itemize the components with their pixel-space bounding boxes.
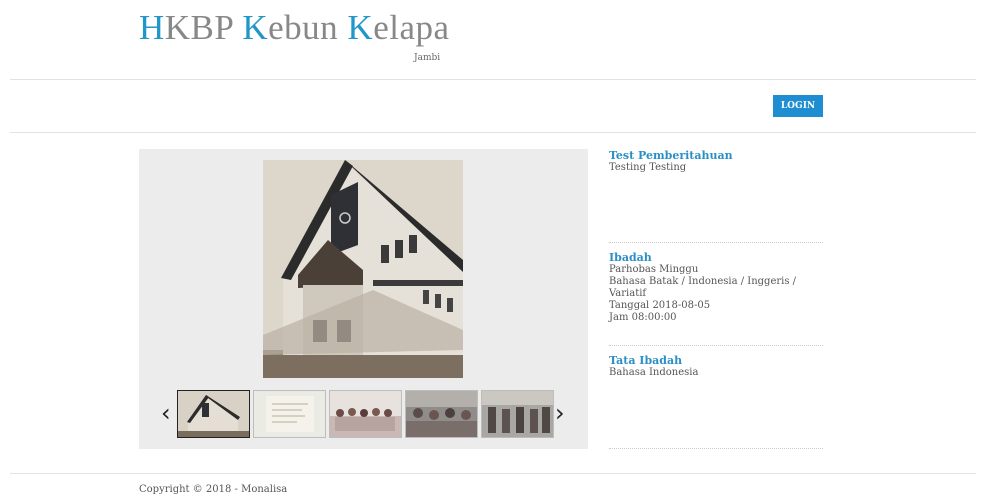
main-photo-church [263,160,463,378]
church-photo [263,160,463,378]
thumbnail-meeting-photo[interactable] [481,390,554,438]
announcement-line: Parhobas Minggu [609,264,699,275]
thumbnail-group-photo[interactable] [329,390,402,438]
site-title-letter: K [242,8,269,47]
site-title-letter: K [347,8,374,47]
site-title: HKBP Kebun Kelapa [139,8,450,48]
announcement-line: Jam 08:00:00 [609,312,677,323]
login-button[interactable]: LOGIN [773,95,823,117]
announcement-line: Testing Testing [609,162,687,173]
dotted-divider [609,345,823,346]
announcement-line: Bahasa Indonesia [609,367,699,378]
announcement-line: Bahasa Batak / Indonesia / Inggeris / Va… [609,276,797,299]
chevron-right-icon[interactable]: › [555,401,565,425]
site-title-part: elapa [373,8,450,47]
announcement-item: Tata Ibadah Bahasa Indonesia [609,354,823,379]
announcement-title[interactable]: Ibadah [609,251,823,264]
thumbnail-crowd-photo[interactable] [405,390,478,438]
announcement-line: Tanggal 2018-08-05 [609,300,711,311]
site-subtitle: Jambi [414,53,441,63]
site-title-part: ebun [268,8,348,47]
site-title-part: KBP [164,8,243,47]
divider [10,79,976,80]
dotted-divider [609,242,823,243]
divider [10,132,976,133]
image-slider: ‹ › [139,149,588,449]
announcement-title[interactable]: Test Pemberitahuan [609,149,823,162]
announcement-title[interactable]: Tata Ibadah [609,354,823,367]
thumbnail-document[interactable] [253,390,326,438]
dotted-divider [609,448,823,449]
chevron-left-icon[interactable]: ‹ [161,401,171,425]
divider [10,473,976,474]
thumbnail-church[interactable] [177,390,250,438]
site-title-letter: H [139,8,165,47]
copyright-text: Copyright © 2018 - Monalisa [139,484,288,495]
announcement-item: Test Pemberitahuan Testing Testing [609,149,823,174]
thumbnail-strip [177,390,554,438]
announcement-item: Ibadah Parhobas Minggu Bahasa Batak / In… [609,251,823,324]
